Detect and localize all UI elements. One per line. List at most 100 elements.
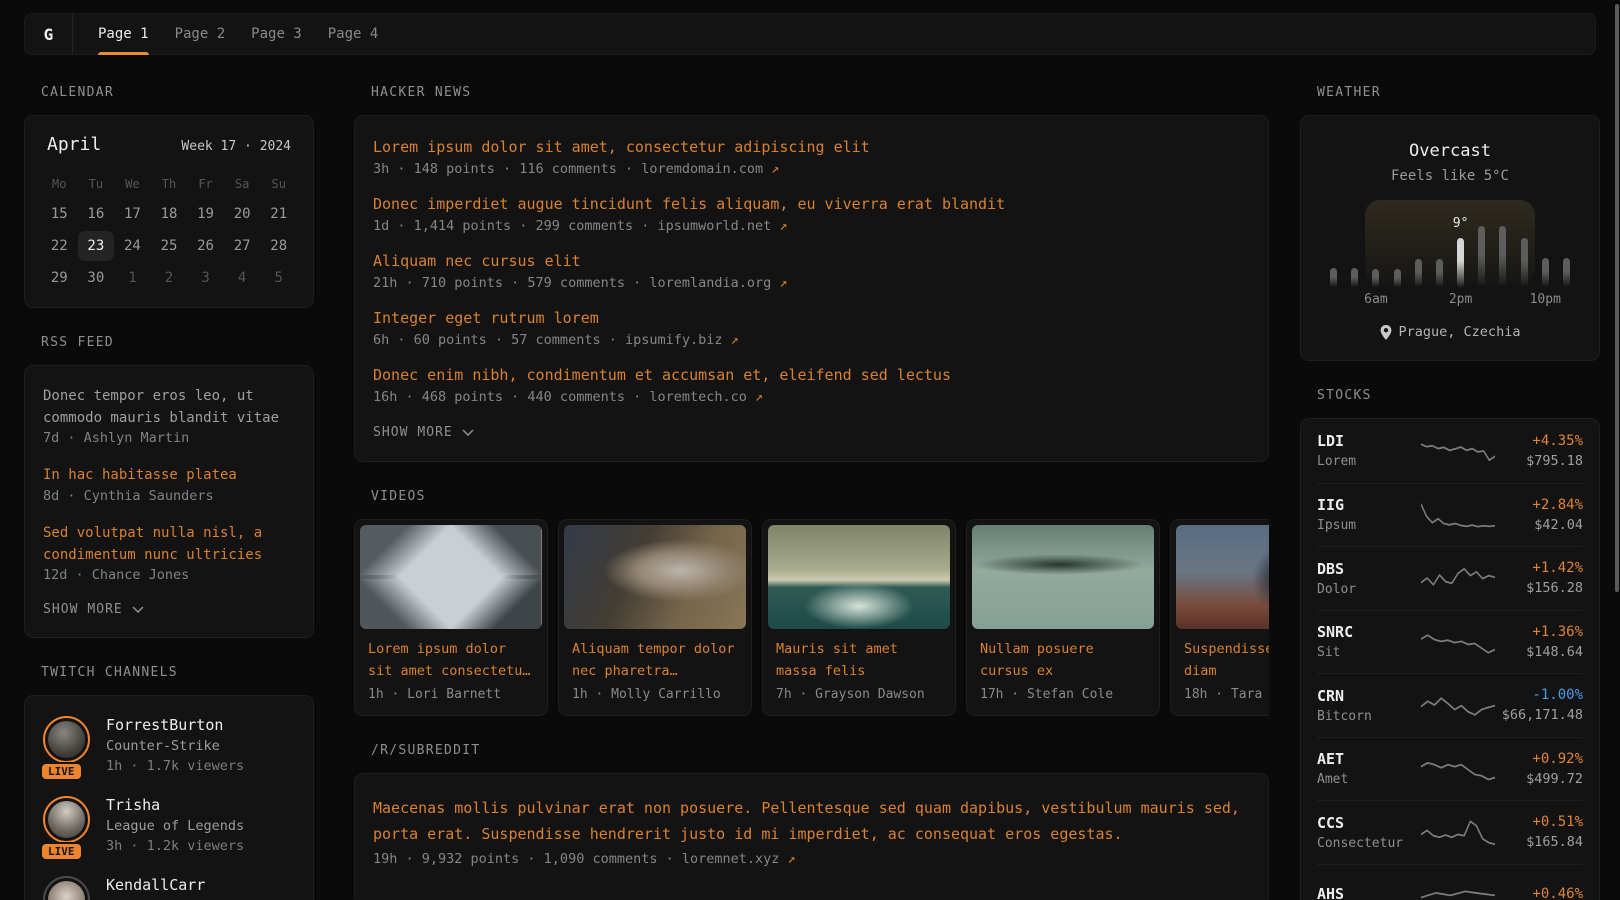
hn-item-title[interactable]: Lorem ipsum dolor sit amet, consectetur … xyxy=(373,137,1250,158)
external-link-icon[interactable]: ↗ xyxy=(779,218,787,234)
show-more-label: SHOW MORE xyxy=(43,602,123,617)
calendar-section-title: CALENDAR xyxy=(41,85,314,100)
videos-section-title: VIDEOS xyxy=(371,489,1269,504)
top-nav: G Page 1 Page 2 Page 3 Page 4 xyxy=(24,13,1596,55)
channel-name[interactable]: Trisha xyxy=(106,796,244,814)
external-link-icon[interactable]: ↗ xyxy=(755,389,763,405)
external-link-icon[interactable]: ↗ xyxy=(788,851,796,867)
calendar-month: April xyxy=(47,134,101,155)
weather-bar xyxy=(1394,269,1401,288)
video-card[interactable]: Mauris sit amet massa felis 7h · Grayson… xyxy=(762,519,956,716)
stock-price: $795.18 xyxy=(1495,453,1583,469)
stock-name: Bitcorn xyxy=(1317,709,1421,724)
stock-row[interactable]: CRNBitcorn -1.00%$66,171.48 xyxy=(1317,673,1583,737)
subreddit-post-title[interactable]: Maecenas mollis pulvinar erat non posuer… xyxy=(373,795,1250,848)
hn-show-more-button[interactable]: SHOW MORE xyxy=(373,425,1250,440)
left-column: CALENDAR April Week 17 · 2024 Mo Tu We T… xyxy=(24,85,314,900)
hackernews-section: HACKER NEWS Lorem ipsum dolor sit amet, … xyxy=(354,85,1269,462)
rss-item-meta: 7d · Ashlyn Martin xyxy=(43,430,295,446)
rss-item: Donec tempor eros leo, ut commodo mauris… xyxy=(43,386,295,446)
video-title[interactable]: Lorem ipsum dolor sit amet consectetu… xyxy=(368,639,534,682)
stock-change: +0.46% xyxy=(1495,886,1583,900)
video-thumbnail[interactable] xyxy=(1176,525,1269,629)
weather-card: Overcast Feels like 5°C 9° 6am2pm10pm Pr… xyxy=(1300,115,1600,361)
stock-row[interactable]: AETAmet +0.92%$499.72 xyxy=(1317,737,1583,801)
video-title[interactable]: Mauris sit amet massa felis xyxy=(776,639,942,682)
tab-page-1[interactable]: Page 1 xyxy=(85,14,162,54)
calendar-day-next-month: 3 xyxy=(187,263,224,293)
calendar-day: 21 xyxy=(260,199,297,229)
weekday-label: Sa xyxy=(224,171,261,197)
app-logo[interactable]: G xyxy=(25,14,73,54)
stock-sparkline xyxy=(1421,751,1495,787)
weather-bar-column xyxy=(1344,200,1365,288)
stock-row[interactable]: SNRCSit +1.36%$148.64 xyxy=(1317,610,1583,674)
twitch-channel[interactable]: LIVE ForrestBurton Counter-Strike 1h · 1… xyxy=(43,716,295,774)
external-link-icon[interactable]: ↗ xyxy=(779,275,787,291)
channel-name[interactable]: KendallCarr xyxy=(106,876,205,894)
video-card[interactable]: Nullam posuere cursus ex 17h · Stefan Co… xyxy=(966,519,1160,716)
weekday-label: Su xyxy=(260,171,297,197)
stock-sparkline xyxy=(1421,687,1495,723)
weather-bar xyxy=(1563,258,1570,288)
video-title[interactable]: Nullam posuere cursus ex xyxy=(980,639,1146,682)
video-title[interactable]: Aliquam tempor dolor nec pharetra… xyxy=(572,639,738,682)
stock-row[interactable]: LDILorem +4.35%$795.18 xyxy=(1317,419,1583,483)
calendar-day: 28 xyxy=(260,231,297,261)
tab-page-4[interactable]: Page 4 xyxy=(315,14,392,54)
video-thumbnail[interactable] xyxy=(768,525,950,629)
stock-row[interactable]: CCSConsectetur +0.51%$165.84 xyxy=(1317,800,1583,864)
channel-name[interactable]: ForrestBurton xyxy=(106,716,244,734)
video-meta: 17h · Stefan Cole xyxy=(980,687,1146,702)
stock-change: +1.42% xyxy=(1495,560,1583,576)
video-thumbnail[interactable] xyxy=(972,525,1154,629)
rss-item-title[interactable]: Donec tempor eros leo, ut commodo mauris… xyxy=(43,386,295,429)
hn-item-title[interactable]: Aliquam nec cursus elit xyxy=(373,251,1250,272)
subreddit-section: /R/SUBREDDIT Maecenas mollis pulvinar er… xyxy=(354,743,1269,900)
hn-item: Integer eget rutrum lorem 6h · 60 points… xyxy=(373,308,1250,348)
channel-game: League of Legends xyxy=(106,818,244,834)
video-card[interactable]: Suspendisse diam 18h · Tara xyxy=(1170,519,1269,716)
stock-sparkline xyxy=(1421,624,1495,660)
hn-item-title[interactable]: Donec imperdiet augue tincidunt felis al… xyxy=(373,194,1250,215)
twitch-channel[interactable]: KendallCarr xyxy=(43,876,295,900)
location-pin-icon xyxy=(1380,325,1392,340)
live-badge: LIVE xyxy=(40,842,83,861)
video-card[interactable]: Aliquam tempor dolor nec pharetra… 1h · … xyxy=(558,519,752,716)
external-link-icon[interactable]: ↗ xyxy=(771,161,779,177)
hackernews-card: Lorem ipsum dolor sit amet, consectetur … xyxy=(354,115,1269,462)
weather-bar-current xyxy=(1457,238,1464,288)
external-link-icon[interactable]: ↗ xyxy=(731,332,739,348)
weekday-label: Tu xyxy=(78,171,115,197)
chevron-down-icon xyxy=(462,429,474,436)
stock-sparkline xyxy=(1421,814,1495,850)
chevron-down-icon xyxy=(132,606,144,613)
calendar-day: 25 xyxy=(151,231,188,261)
weather-temp-label: 9° xyxy=(1453,216,1469,231)
video-thumbnail[interactable] xyxy=(360,525,542,629)
video-card[interactable]: Lorem ipsum dolor sit amet consectetu… 1… xyxy=(354,519,548,716)
video-title[interactable]: Suspendisse diam xyxy=(1184,639,1269,682)
page-scrollbar[interactable] xyxy=(1615,4,1619,592)
rss-show-more-button[interactable]: SHOW MORE xyxy=(43,602,295,617)
weather-bar xyxy=(1415,259,1422,288)
tab-page-2[interactable]: Page 2 xyxy=(162,14,239,54)
hn-item-title[interactable]: Donec enim nibh, condimentum et accumsan… xyxy=(373,365,1250,386)
video-meta: 7h · Grayson Dawson xyxy=(776,687,942,702)
stock-row[interactable]: AHS +0.46% xyxy=(1317,864,1583,900)
twitch-channel[interactable]: LIVE Trisha League of Legends 3h · 1.2k … xyxy=(43,796,295,854)
subreddit-section-title: /R/SUBREDDIT xyxy=(371,743,1269,758)
weather-time-label: 10pm xyxy=(1530,292,1561,307)
stock-row[interactable]: IIGIpsum +2.84%$42.04 xyxy=(1317,483,1583,547)
avatar-live-ring xyxy=(43,796,90,843)
tab-page-3[interactable]: Page 3 xyxy=(238,14,315,54)
rss-item-title[interactable]: In hac habitasse platea xyxy=(43,465,295,487)
calendar-day-selected: 23 xyxy=(78,231,115,261)
hn-item-title[interactable]: Integer eget rutrum lorem xyxy=(373,308,1250,329)
stock-row[interactable]: DBSDolor +1.42%$156.28 xyxy=(1317,546,1583,610)
video-thumbnail[interactable] xyxy=(564,525,746,629)
stock-symbol: AET xyxy=(1317,750,1421,768)
weather-bar-column: 9° xyxy=(1450,200,1471,288)
rss-item-title[interactable]: Sed volutpat nulla nisl, a condimentum n… xyxy=(43,523,295,566)
video-meta: 18h · Tara xyxy=(1184,687,1269,702)
